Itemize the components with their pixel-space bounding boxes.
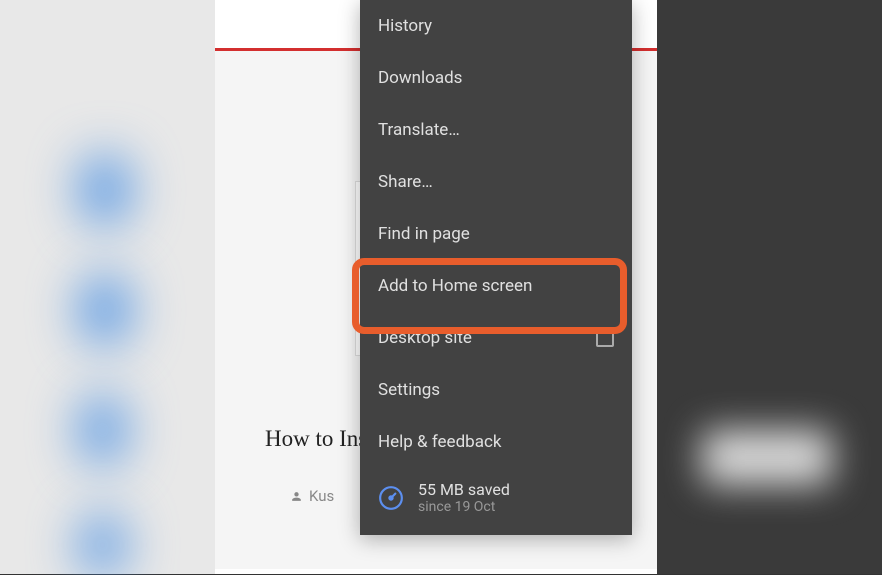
desktop-site-checkbox[interactable]	[596, 329, 614, 347]
blurred-background-left	[0, 0, 215, 574]
menu-item-label: Downloads	[378, 68, 462, 88]
blur-accent	[80, 155, 130, 225]
blur-accent	[80, 275, 130, 345]
menu-item-label: Translate…	[378, 120, 460, 140]
menu-item-add-to-home-screen[interactable]: Add to Home screen	[360, 260, 632, 312]
menu-item-label: Help & feedback	[378, 432, 501, 452]
menu-item-history[interactable]: History	[360, 0, 632, 52]
menu-item-data-saver[interactable]: 55 MB saved since 19 Oct	[360, 468, 632, 535]
menu-item-label: Find in page	[378, 224, 470, 244]
menu-item-share[interactable]: Share…	[360, 156, 632, 208]
menu-item-label: History	[378, 16, 432, 36]
menu-item-label: Settings	[378, 380, 440, 400]
blur-accent	[702, 430, 832, 485]
gauge-icon	[378, 485, 404, 511]
person-icon	[290, 490, 303, 503]
menu-item-find-in-page[interactable]: Find in page	[360, 208, 632, 260]
menu-item-downloads[interactable]: Downloads	[360, 52, 632, 104]
blur-accent	[80, 395, 125, 465]
menu-item-help-feedback[interactable]: Help & feedback	[360, 416, 632, 468]
menu-item-label: Share…	[378, 172, 433, 192]
menu-item-settings[interactable]: Settings	[360, 364, 632, 416]
author-name: Kus	[309, 487, 334, 505]
data-saver-since: since 19 Oct	[418, 499, 510, 515]
menu-item-translate[interactable]: Translate…	[360, 104, 632, 156]
blurred-background-right	[657, 0, 882, 574]
menu-item-label: Add to Home screen	[378, 276, 532, 296]
data-saver-text: 55 MB saved since 19 Oct	[418, 480, 510, 515]
menu-item-desktop-site[interactable]: Desktop site	[360, 312, 632, 364]
chrome-overflow-menu: History Downloads Translate… Share… Find…	[360, 0, 632, 535]
data-saver-amount: 55 MB saved	[418, 480, 510, 499]
menu-item-label: Desktop site	[378, 328, 472, 348]
blur-accent	[80, 515, 125, 575]
